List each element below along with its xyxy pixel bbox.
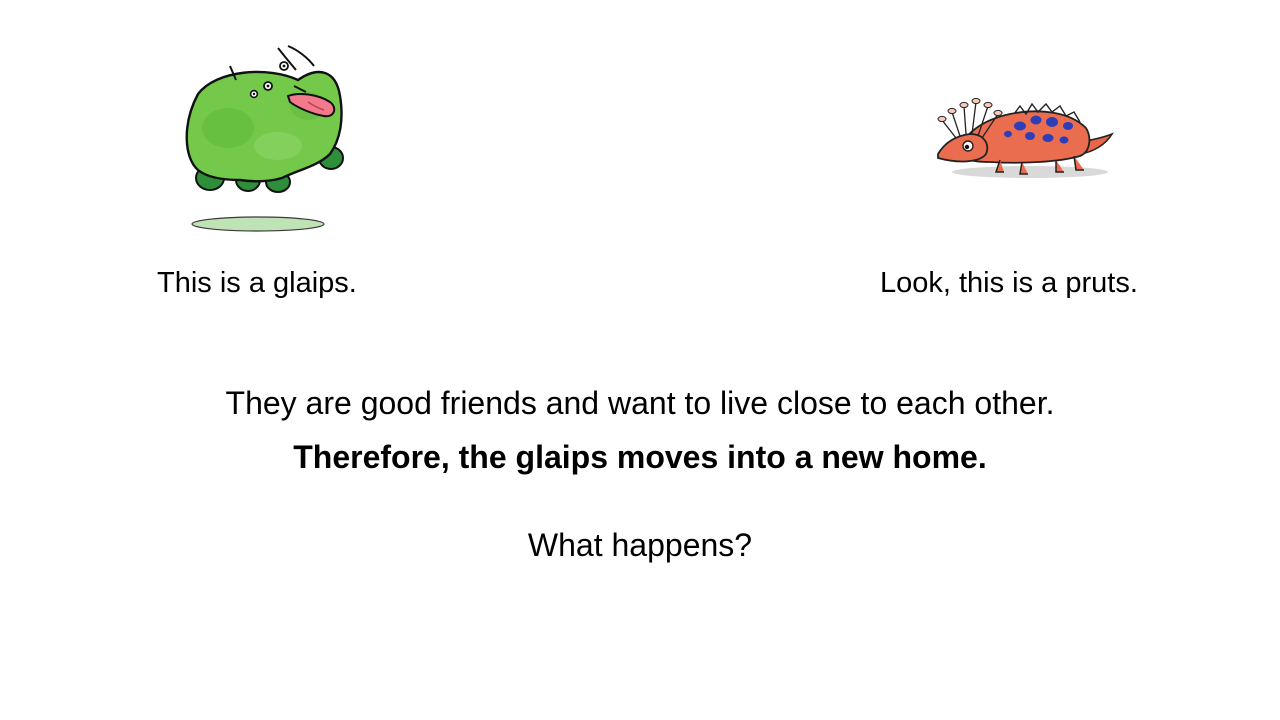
story-therefore-line: Therefore, the glaips moves into a new h… <box>293 439 987 475</box>
story-question: What happens? <box>527 527 753 563</box>
story-friends-line: They are good friends and want to live c… <box>225 385 1055 421</box>
glaips-caption: This is a glaips. <box>157 267 357 299</box>
pruts-caption: Look, this is a pruts. <box>880 267 1138 299</box>
slide: This is a glaips. Look, this is a pruts.… <box>0 0 1280 720</box>
pruts-illustration <box>930 92 1116 184</box>
orange-spiky-creature-icon <box>937 97 1114 178</box>
glaips-illustration <box>158 36 358 242</box>
green-blob-creature-icon <box>185 45 344 232</box>
